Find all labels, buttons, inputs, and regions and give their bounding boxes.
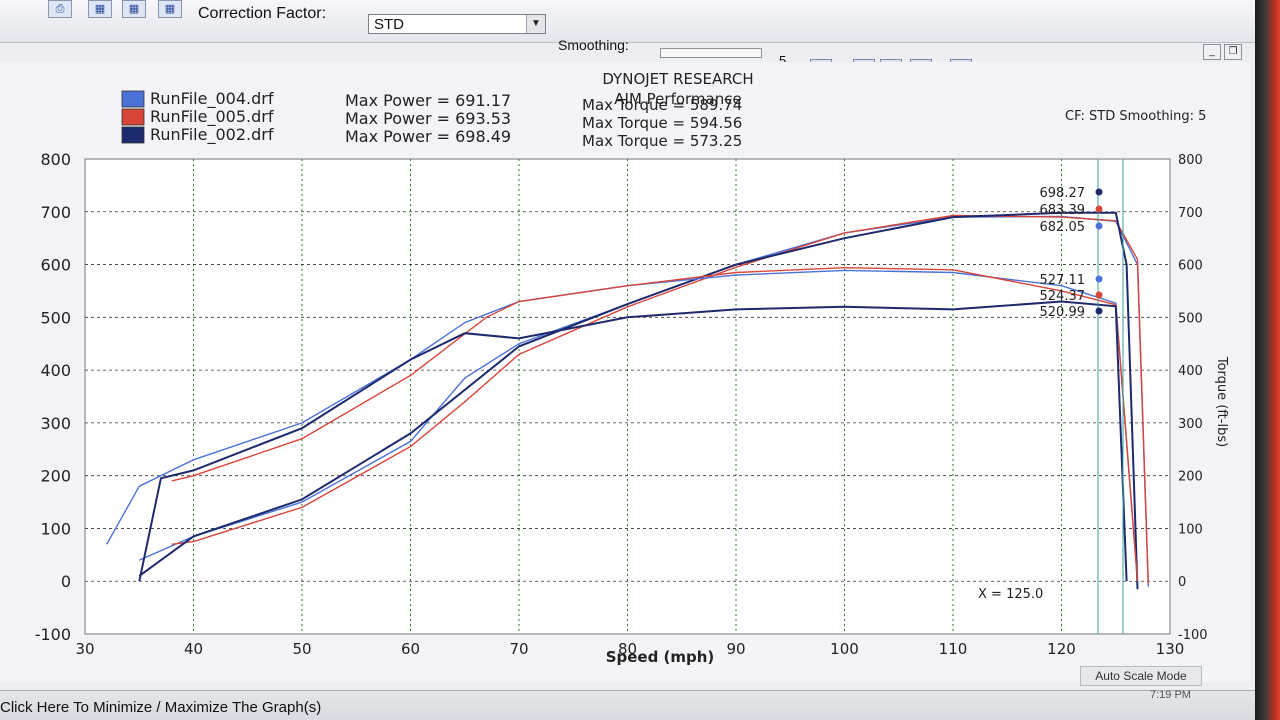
cursor-value: 524.37 xyxy=(1040,289,1086,304)
maximize-button[interactable]: ❐ xyxy=(1224,44,1242,60)
cursor-value-dot xyxy=(1095,205,1103,213)
legend-max-torque: Max Torque = 573.25 xyxy=(582,132,742,150)
legend-max-torque: Max Torque = 594.56 xyxy=(582,114,742,132)
dyno-chart[interactable]: 30 40 50 60 70 80 90 100 110 120 130-1000100200300… xyxy=(0,62,1250,682)
x-axis-label: Speed (mph) xyxy=(606,648,715,666)
graph-view-icon[interactable]: ▦ xyxy=(88,0,112,18)
cursor-value: 698.27 xyxy=(1040,186,1086,201)
legend-file: RunFile_005.drf xyxy=(150,107,274,127)
cursor-value-dot xyxy=(1095,188,1103,196)
cursor-readout: X = 125.0 xyxy=(978,587,1043,602)
smoothing-label: Smoothing: xyxy=(558,37,629,53)
cursor-value-dot xyxy=(1095,222,1103,230)
y-tick-label: 700 xyxy=(40,203,71,222)
correction-factor-value: STD xyxy=(374,16,404,33)
cursor-value-dot xyxy=(1095,275,1103,283)
legend-max-torque: Max Torque = 589.74 xyxy=(582,96,742,114)
y-tick-label: 400 xyxy=(40,361,71,380)
monitor-bezel xyxy=(1255,0,1280,720)
y-tick-label: 300 xyxy=(40,414,71,433)
x-tick-label: 70 xyxy=(509,640,528,658)
graph-panel[interactable]: 30 40 50 60 70 80 90 100 110 120 130 -100 0 100 200 300… xyxy=(0,62,1250,682)
y2-axis-label: Torque (ft-lbs) xyxy=(1214,356,1229,447)
correction-factor-select[interactable]: STD ▼ xyxy=(368,14,546,34)
graph-view-icon[interactable]: ▦ xyxy=(122,0,146,18)
cursor-value: 683.39 xyxy=(1040,203,1086,218)
y-tick-label: 100 xyxy=(40,519,71,538)
chart-title: DYNOJET RESEARCH xyxy=(602,70,753,88)
minimize-button[interactable]: _ xyxy=(1203,44,1221,60)
cursor-value: 527.11 xyxy=(1040,273,1086,288)
smoothing-slider[interactable] xyxy=(660,48,762,58)
cursor-value: 682.05 xyxy=(1040,220,1086,235)
y-tick-label: -100 xyxy=(35,625,71,644)
y2-tick-label: 600 xyxy=(1178,259,1203,274)
legend: RunFile_004.drf Max Power = 691.17 Max Tor… xyxy=(121,89,742,150)
y-tick-label: 800 xyxy=(40,150,71,169)
y2-tick-label: 100 xyxy=(1178,522,1203,537)
x-tick-label: 120 xyxy=(1047,640,1076,658)
clock: 7:19 PM xyxy=(1150,689,1191,701)
y2-tick-label: 500 xyxy=(1178,311,1203,326)
y-tick-label: 0 xyxy=(61,572,71,591)
legend-swatch xyxy=(121,108,145,126)
y2-tick-label: 300 xyxy=(1178,417,1203,432)
x-tick-label: 50 xyxy=(292,640,311,658)
graph-view-icon[interactable]: ▦ xyxy=(158,0,182,18)
legend-file: RunFile_004.drf xyxy=(150,89,274,109)
y-tick-label: 200 xyxy=(40,467,71,486)
x-tick-label: 30 xyxy=(75,640,94,658)
cursor-value: 520.99 xyxy=(1040,305,1086,320)
y-tick-label: 600 xyxy=(40,256,71,275)
legend-swatch xyxy=(121,90,145,108)
dyno-window: ⎙ ▦ ▦ ▦ Correction Factor: STD ▼ Smoothi… xyxy=(0,0,1255,720)
x-tick-label: 60 xyxy=(401,640,420,658)
cursor-value-dot xyxy=(1095,291,1103,299)
y2-tick-label: 0 xyxy=(1178,575,1186,590)
y2-tick-label: 400 xyxy=(1178,364,1203,379)
cursor-value-dot xyxy=(1095,307,1103,315)
y2-tick-label: 200 xyxy=(1178,470,1203,485)
x-tick-label: 90 xyxy=(726,640,745,658)
print-icon[interactable]: ⎙ xyxy=(48,0,72,18)
y2-tick-label: 700 xyxy=(1178,206,1203,221)
legend-max-power: Max Power = 691.17 xyxy=(345,91,511,110)
x-tick-label: 110 xyxy=(939,640,968,658)
y-tick-label: 500 xyxy=(40,308,71,327)
auto-scale-indicator: Auto Scale Mode xyxy=(1080,666,1202,686)
minimize-maximize-hint[interactable]: Click Here To Minimize / Maximize The Gr… xyxy=(0,699,321,716)
legend-file: RunFile_002.drf xyxy=(150,125,274,145)
x-tick-label: 40 xyxy=(184,640,203,658)
chart-info-right: CF: STD Smoothing: 5 xyxy=(1065,109,1206,124)
chevron-down-icon[interactable]: ▼ xyxy=(526,15,545,33)
y2-tick-label: -100 xyxy=(1178,628,1208,643)
y2-tick-label: 800 xyxy=(1178,153,1203,168)
correction-factor-label: Correction Factor: xyxy=(198,5,327,22)
legend-swatch xyxy=(121,126,145,144)
x-tick-label: 100 xyxy=(830,640,859,658)
status-bar[interactable]: Click Here To Minimize / Maximize The Gr… xyxy=(0,690,1255,720)
legend-max-power: Max Power = 693.53 xyxy=(345,109,511,128)
legend-max-power: Max Power = 698.49 xyxy=(345,127,511,146)
